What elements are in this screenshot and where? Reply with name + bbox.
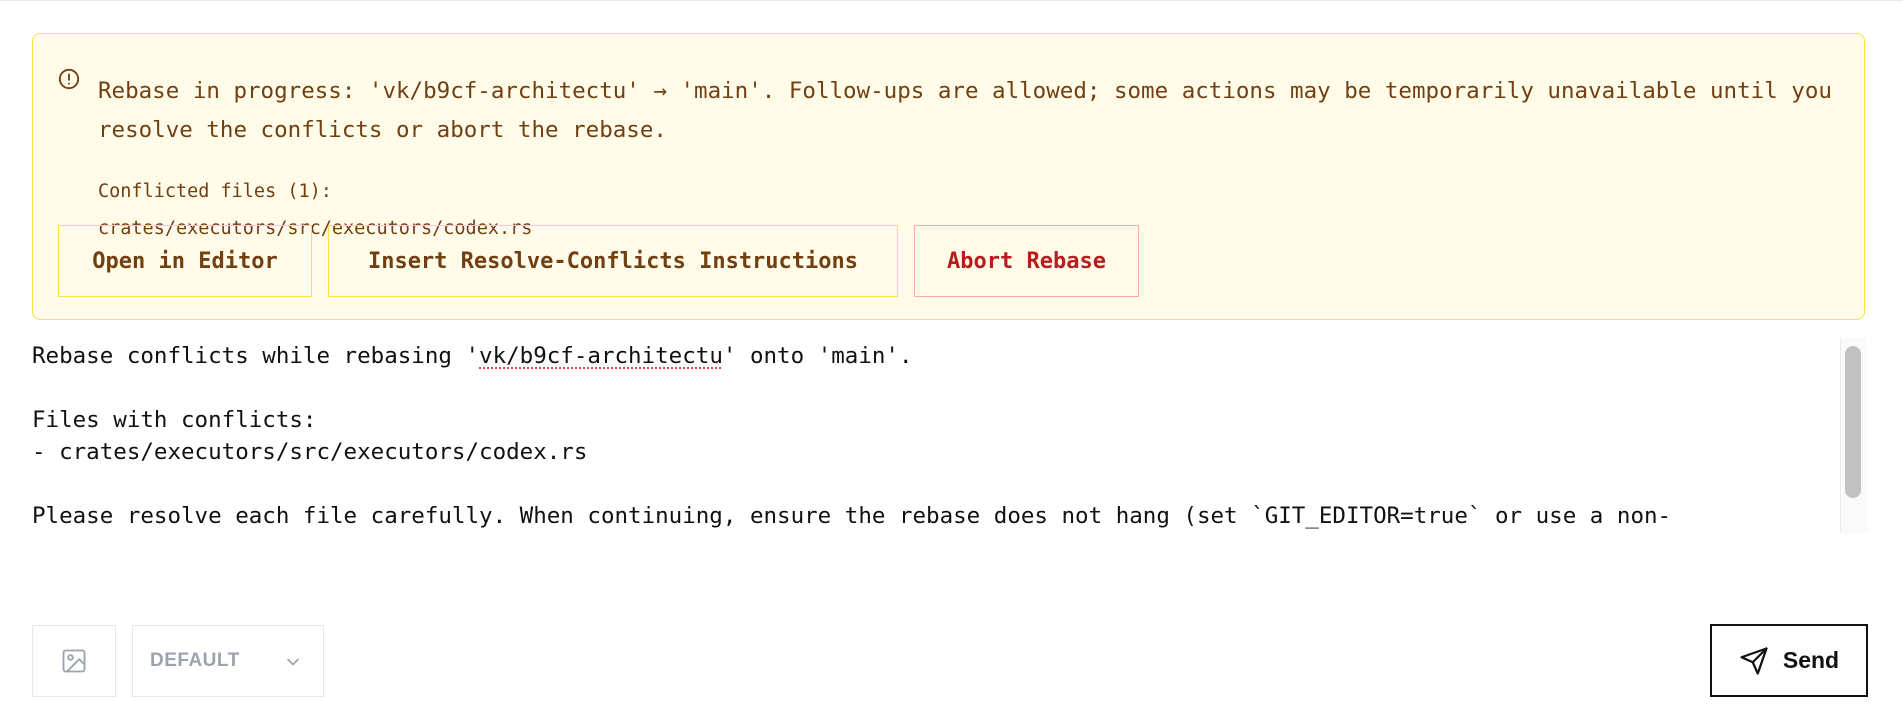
send-icon xyxy=(1740,646,1768,675)
top-divider xyxy=(0,0,1903,1)
follow-up-textarea[interactable]: Rebase conflicts while rebasing 'vk/b9cf… xyxy=(32,338,1840,533)
info-circle-icon xyxy=(58,68,80,90)
insert-resolve-instructions-button[interactable]: Insert Resolve-Conflicts Instructions xyxy=(328,225,898,297)
send-button[interactable]: Send xyxy=(1710,624,1868,697)
scrollbar-thumb[interactable] xyxy=(1845,346,1861,498)
rebase-message: Rebase in progress: 'vk/b9cf-architectu'… xyxy=(98,78,1832,143)
image-icon xyxy=(62,649,86,673)
variant-selected-label: DEFAULT xyxy=(150,650,240,671)
editor-line: Please resolve each file carefully. When… xyxy=(32,503,1672,529)
editor-line: - crates/executors/src/executors/codex.r… xyxy=(32,439,588,465)
chevron-down-icon xyxy=(287,658,299,666)
editor-line: Rebase conflicts while rebasing 'vk/b9cf… xyxy=(32,343,913,369)
conflicted-files-label: Conflicted files (1): xyxy=(98,181,332,202)
open-in-editor-button[interactable]: Open in Editor xyxy=(58,225,312,297)
spellcheck-word: vk/b9cf-architectu xyxy=(479,343,723,369)
send-label: Send xyxy=(1782,647,1840,673)
abort-rebase-button[interactable]: Abort Rebase xyxy=(914,225,1139,297)
variant-select[interactable]: DEFAULT xyxy=(132,625,324,697)
editor-line: Files with conflicts: xyxy=(32,407,317,433)
attach-image-button[interactable] xyxy=(32,625,116,697)
